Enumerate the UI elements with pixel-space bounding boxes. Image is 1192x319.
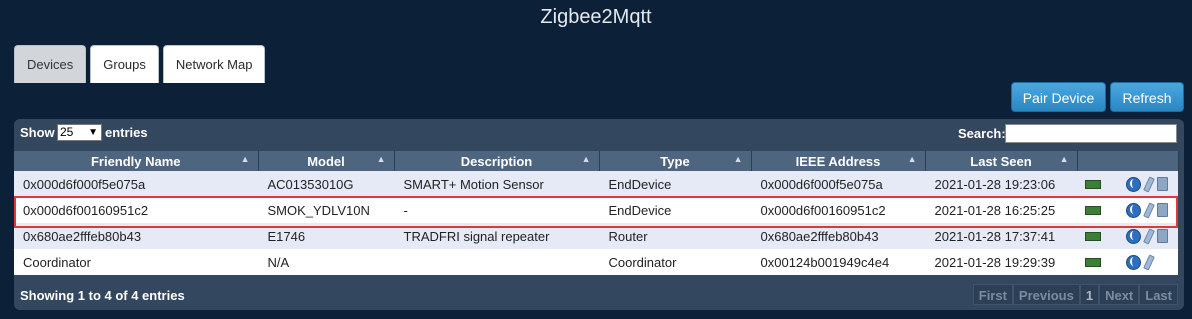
column-header-ieee-address[interactable]: IEEE Address ▲ [751, 151, 926, 171]
cell-ieee-address: 0x000d6f000f5e075a [751, 171, 925, 197]
cell-type: EndDevice [599, 197, 751, 223]
cell-friendly-name: 0x000d6f000f5e075a [14, 171, 258, 197]
pagination: First Previous 1 Next Last [972, 284, 1178, 305]
cell-model: E1746 [258, 223, 394, 249]
sort-icon: ▲ [1059, 154, 1069, 164]
sort-icon: ▲ [581, 154, 591, 164]
chevron-down-icon: ▼ [88, 127, 98, 138]
tab-devices[interactable]: Devices [14, 45, 87, 83]
search-label: Search: [958, 126, 1006, 141]
column-header-last-seen[interactable]: Last Seen ▲ [925, 151, 1078, 171]
device-image-icon [1084, 231, 1101, 241]
table-footer: Showing 1 to 4 of 4 entries First Previo… [14, 279, 1184, 309]
globe-icon[interactable] [1125, 176, 1141, 192]
cell-last-seen: 2021-01-28 19:29:39 [925, 249, 1077, 275]
entries-label: entries [105, 125, 148, 140]
cell-model: AC01353010G [258, 171, 394, 197]
globe-icon[interactable] [1125, 202, 1141, 218]
entries-select-value: 25 [60, 125, 74, 139]
pager-last[interactable]: Last [1139, 284, 1178, 305]
sort-icon: ▲ [907, 154, 917, 164]
table-info: Showing 1 to 4 of 4 entries [20, 288, 185, 303]
app-title: Zigbee2Mqtt [540, 6, 652, 28]
tab-network-map[interactable]: Network Map [162, 45, 266, 83]
devices-table-panel: Show 25 ▼ entries Search: Friendly Name ▲… [14, 119, 1184, 310]
table-toolbar: Show 25 ▼ entries Search: [14, 119, 1184, 151]
pair-device-button[interactable]: Pair Device [1011, 82, 1106, 112]
cell-description: SMART+ Motion Sensor [394, 171, 599, 197]
table-row[interactable]: 0x000d6f000f5e075a AC01353010G SMART+ Mo… [14, 171, 1178, 197]
pencil-icon[interactable] [1142, 201, 1155, 219]
pager-next[interactable]: Next [1099, 284, 1140, 305]
column-header-model[interactable]: Model ▲ [258, 151, 395, 171]
cell-ieee-address: 0x00124b001949c4e4 [751, 249, 925, 275]
device-image-icon [1084, 205, 1101, 215]
sort-icon: ▲ [376, 154, 386, 164]
cell-type: Coordinator [599, 249, 751, 275]
pencil-icon[interactable] [1142, 175, 1155, 193]
sort-icon: ▲ [733, 154, 743, 164]
cell-friendly-name: 0x000d6f00160951c2 [14, 197, 258, 223]
cell-model: N/A [258, 249, 394, 275]
globe-icon[interactable] [1125, 254, 1141, 270]
entries-per-page-select[interactable]: 25 ▼ [57, 124, 102, 141]
column-header-actions [1077, 151, 1179, 171]
column-header-friendly-name[interactable]: Friendly Name ▲ [14, 151, 259, 171]
tab-groups[interactable]: Groups [90, 45, 159, 83]
cell-actions [1077, 249, 1178, 275]
device-image-icon [1084, 179, 1101, 189]
trash-icon[interactable] [1156, 229, 1168, 243]
cell-last-seen: 2021-01-28 16:25:25 [925, 197, 1077, 223]
devices-table: Friendly Name ▲ Model ▲ Description ▲ Type ▲… [14, 151, 1179, 275]
globe-icon[interactable] [1125, 228, 1141, 244]
cell-friendly-name: 0x680ae2fffeb80b43 [14, 223, 258, 249]
show-label: Show [20, 125, 55, 140]
cell-type: Router [599, 223, 751, 249]
cell-ieee-address: 0x680ae2fffeb80b43 [751, 223, 925, 249]
cell-actions [1077, 171, 1178, 197]
sort-icon: ▲ [240, 154, 250, 164]
cell-model: SMOK_YDLV10N [258, 197, 394, 223]
table-row[interactable]: 0x680ae2fffeb80b43 E1746 TRADFRI signal … [14, 223, 1178, 249]
pencil-icon[interactable] [1142, 253, 1155, 271]
search-input[interactable] [1005, 124, 1177, 143]
cell-description: - [394, 197, 599, 223]
tab-bar: Devices Groups Network Map [14, 45, 266, 83]
device-image-icon [1084, 257, 1101, 267]
cell-description: TRADFRI signal repeater [394, 223, 599, 249]
trash-icon[interactable] [1156, 177, 1168, 191]
pager-previous[interactable]: Previous [1012, 284, 1080, 305]
cell-last-seen: 2021-01-28 19:23:06 [925, 171, 1077, 197]
table-header-row: Friendly Name ▲ Model ▲ Description ▲ Type ▲… [14, 151, 1179, 171]
cell-description [394, 249, 599, 275]
pager-first[interactable]: First [972, 284, 1013, 305]
refresh-button[interactable]: Refresh [1110, 82, 1184, 112]
cell-last-seen: 2021-01-28 17:37:41 [925, 223, 1077, 249]
cell-ieee-address: 0x000d6f00160951c2 [751, 197, 925, 223]
cell-actions [1077, 223, 1178, 249]
pager-page-1[interactable]: 1 [1079, 284, 1100, 305]
column-header-type[interactable]: Type ▲ [599, 151, 752, 171]
pencil-icon[interactable] [1142, 227, 1155, 245]
trash-icon[interactable] [1156, 203, 1168, 217]
cell-type: EndDevice [599, 171, 751, 197]
table-row[interactable]: 0x000d6f00160951c2 SMOK_YDLV10N - EndDev… [14, 197, 1178, 223]
cell-actions [1077, 197, 1178, 223]
table-row[interactable]: Coordinator N/A Coordinator 0x00124b0019… [14, 249, 1178, 275]
column-header-description[interactable]: Description ▲ [394, 151, 600, 171]
cell-friendly-name: Coordinator [14, 249, 258, 275]
